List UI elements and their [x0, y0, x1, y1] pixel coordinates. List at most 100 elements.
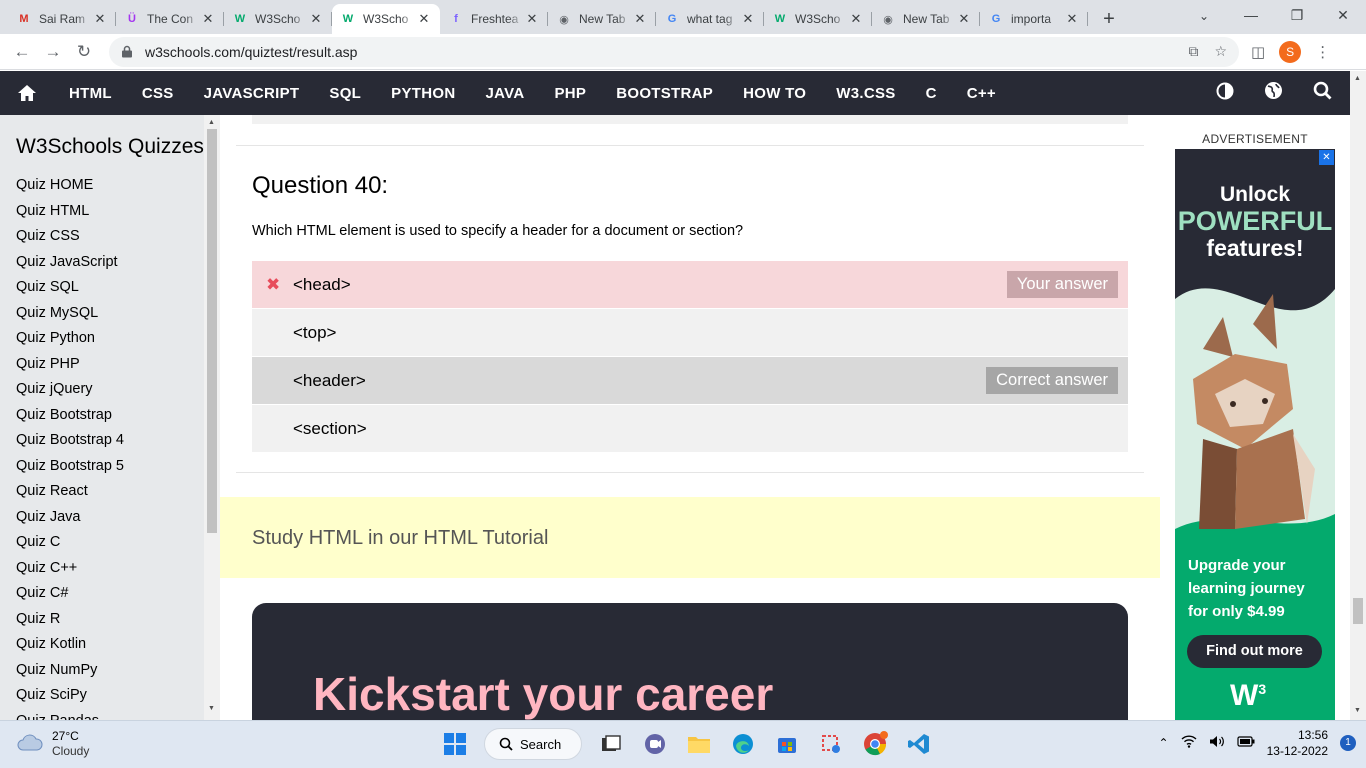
tab-close-icon[interactable]: ✕	[1064, 11, 1080, 27]
sidebar-item[interactable]: Quiz Python	[0, 326, 204, 352]
share-icon[interactable]: ⧉	[1188, 43, 1198, 60]
tab-close-icon[interactable]: ✕	[956, 11, 972, 27]
page-scroll-up-icon[interactable]: ▲	[1354, 75, 1361, 82]
browser-tab[interactable]: Gimporta ✕	[980, 4, 1088, 34]
browser-tab[interactable]: f Freshtea ✕	[440, 4, 548, 34]
bookmark-star-icon[interactable]: ☆	[1214, 43, 1227, 60]
search-icon[interactable]	[1313, 81, 1332, 105]
nav-item-how-to[interactable]: HOW TO	[728, 85, 821, 102]
nav-item-python[interactable]: PYTHON	[376, 85, 470, 102]
browser-tab[interactable]: M Sai Ram ✕	[8, 4, 116, 34]
sidebar-item[interactable]: Quiz Pandas	[0, 709, 204, 721]
page-scroll-down-icon[interactable]: ▼	[1354, 707, 1361, 714]
browser-tab[interactable]: Ü The Con ✕	[116, 4, 224, 34]
nav-item-c[interactable]: C	[911, 85, 952, 102]
restore-button[interactable]: ❐	[1274, 0, 1320, 30]
edge-browser-icon[interactable]	[728, 727, 758, 761]
tab-close-icon[interactable]: ✕	[308, 11, 324, 27]
study-tutorial-link[interactable]: Study HTML in our HTML Tutorial	[220, 497, 1160, 578]
weather-widget[interactable]: 27°C Cloudy	[16, 729, 89, 759]
browser-tab[interactable]: ◉ New Tab ✕	[872, 4, 980, 34]
tab-search-chevron-icon[interactable]: ⌄	[1192, 4, 1216, 28]
battery-icon[interactable]	[1237, 736, 1255, 750]
ad-close-icon[interactable]: ✕	[1319, 150, 1334, 165]
nav-item-w3-css[interactable]: W3.CSS	[821, 85, 910, 102]
windows-start-icon[interactable]	[440, 727, 470, 761]
home-icon[interactable]	[0, 84, 54, 102]
profile-avatar[interactable]: S	[1279, 40, 1302, 63]
nav-item-css[interactable]: CSS	[127, 85, 189, 102]
browser-tab[interactable]: W W3Scho ✕	[764, 4, 872, 34]
side-panel-icon[interactable]: ◫	[1251, 43, 1265, 61]
nav-item-c-[interactable]: C++	[952, 85, 1011, 102]
scroll-down-icon[interactable]: ▼	[208, 705, 215, 712]
sidebar-item[interactable]: Quiz Bootstrap	[0, 403, 204, 429]
sidebar-item[interactable]: Quiz MySQL	[0, 301, 204, 327]
sidebar-item[interactable]: Quiz SciPy	[0, 683, 204, 709]
sidebar-item[interactable]: Quiz SQL	[0, 275, 204, 301]
sidebar-item[interactable]: Quiz C	[0, 530, 204, 556]
nav-item-html[interactable]: HTML	[54, 85, 127, 102]
browser-tab[interactable]: W W3Scho ✕	[224, 4, 332, 34]
browser-tab[interactable]: Gwhat tag ✕	[656, 4, 764, 34]
sidebar-item[interactable]: Quiz HOME	[0, 173, 204, 199]
notification-badge[interactable]: 1	[1340, 735, 1356, 751]
tab-close-icon[interactable]: ✕	[416, 11, 432, 27]
sidebar-item[interactable]: Quiz Java	[0, 505, 204, 531]
close-window-button[interactable]: ✕	[1320, 0, 1366, 30]
sidebar-item[interactable]: Quiz R	[0, 607, 204, 633]
browser-tab[interactable]: ◉ New Tab ✕	[548, 4, 656, 34]
wifi-icon[interactable]	[1181, 735, 1197, 751]
sidebar-item[interactable]: Quiz Bootstrap 4	[0, 428, 204, 454]
nav-item-java[interactable]: JAVA	[470, 85, 539, 102]
globe-icon[interactable]	[1264, 81, 1283, 105]
nav-item-sql[interactable]: SQL	[314, 85, 376, 102]
volume-icon[interactable]	[1209, 735, 1225, 751]
sidebar-item[interactable]: Quiz JavaScript	[0, 250, 204, 276]
sidebar-item[interactable]: Quiz CSS	[0, 224, 204, 250]
chrome-icon[interactable]	[860, 727, 890, 761]
task-view-icon[interactable]	[596, 727, 626, 761]
sidebar-scrollbar[interactable]: ▲ ▼	[204, 115, 220, 720]
tab-close-icon[interactable]: ✕	[848, 11, 864, 27]
tab-close-icon[interactable]: ✕	[632, 11, 648, 27]
sidebar-item[interactable]: Quiz C#	[0, 581, 204, 607]
sidebar-item[interactable]: Quiz jQuery	[0, 377, 204, 403]
menu-kebab-icon[interactable]: ⋮	[1315, 43, 1330, 61]
system-clock[interactable]: 13:56 13-12-2022	[1267, 727, 1328, 759]
tab-close-icon[interactable]: ✕	[200, 11, 216, 27]
sidebar-item[interactable]: Quiz HTML	[0, 199, 204, 225]
taskbar-search[interactable]: Search	[484, 728, 582, 760]
browser-tab[interactable]: W W3Scho ✕	[332, 4, 440, 34]
scroll-up-icon[interactable]: ▲	[208, 119, 215, 126]
tray-chevron-up-icon[interactable]: ⌃	[1159, 736, 1169, 750]
address-bar[interactable]: w3schools.com/quiztest/result.asp ⧉ ☆	[109, 36, 1239, 67]
sidebar-scroll-thumb[interactable]	[207, 129, 217, 533]
back-icon[interactable]: ←	[8, 38, 36, 66]
advertisement[interactable]: ✕ Unlock POWERFUL features! Upgrade your…	[1175, 149, 1335, 720]
snipping-tool-icon[interactable]	[816, 727, 846, 761]
sidebar-item[interactable]: Quiz NumPy	[0, 658, 204, 684]
sidebar-item[interactable]: Quiz Bootstrap 5	[0, 454, 204, 480]
new-tab-button[interactable]: +	[1094, 4, 1124, 34]
page-scrollbar[interactable]: ▲ ▼	[1350, 71, 1366, 720]
sidebar-item[interactable]: Quiz Kotlin	[0, 632, 204, 658]
tab-close-icon[interactable]: ✕	[524, 11, 540, 27]
nav-item-bootstrap[interactable]: BOOTSTRAP	[601, 85, 728, 102]
nav-item-javascript[interactable]: JAVASCRIPT	[189, 85, 315, 102]
ad-find-out-more-button[interactable]: Find out more	[1187, 635, 1322, 668]
reload-icon[interactable]: ↻	[70, 38, 98, 66]
teams-chat-icon[interactable]	[640, 727, 670, 761]
tab-close-icon[interactable]: ✕	[740, 11, 756, 27]
theme-toggle-icon[interactable]	[1216, 82, 1234, 105]
tab-close-icon[interactable]: ✕	[92, 11, 108, 27]
forward-icon[interactable]: →	[39, 38, 67, 66]
vscode-icon[interactable]	[904, 727, 934, 761]
nav-item-php[interactable]: PHP	[539, 85, 601, 102]
minimize-button[interactable]: —	[1228, 0, 1274, 30]
microsoft-store-icon[interactable]	[772, 727, 802, 761]
page-scroll-thumb[interactable]	[1353, 598, 1363, 624]
file-explorer-icon[interactable]	[684, 727, 714, 761]
sidebar-item[interactable]: Quiz PHP	[0, 352, 204, 378]
sidebar-item[interactable]: Quiz C++	[0, 556, 204, 582]
